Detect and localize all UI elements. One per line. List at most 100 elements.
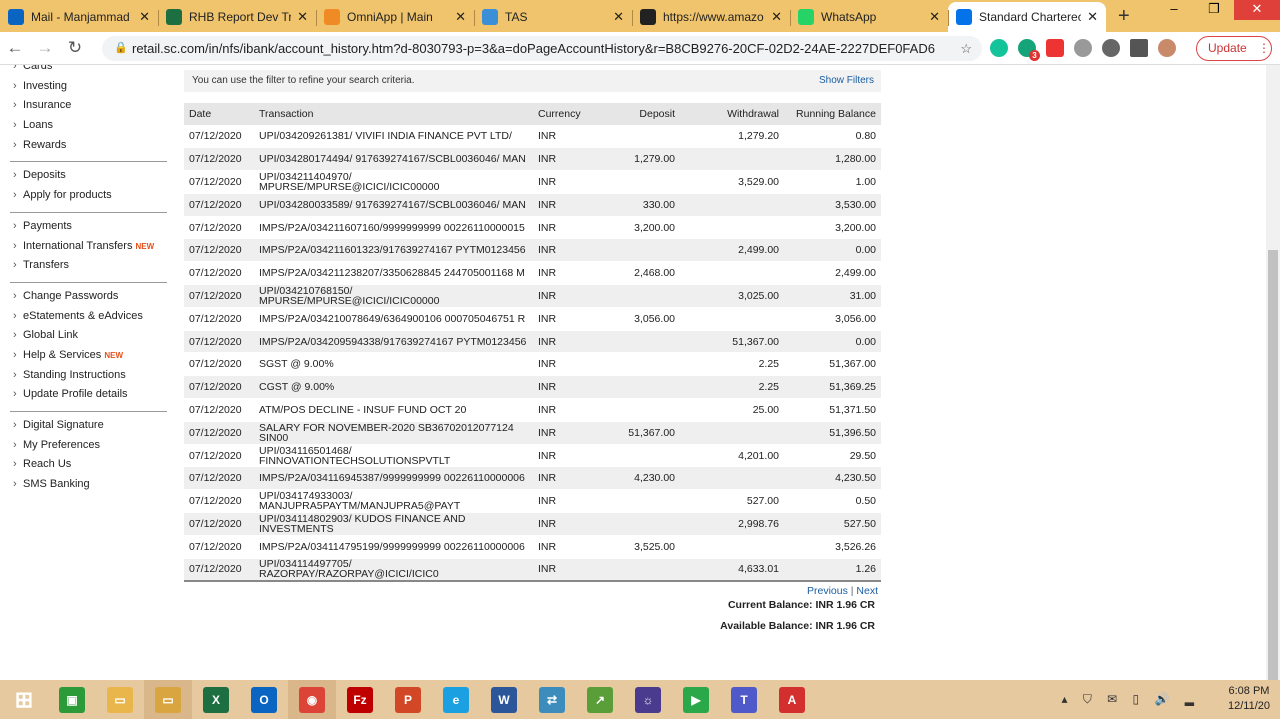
close-tab-icon[interactable]: ✕ (455, 9, 466, 25)
close-tab-icon[interactable]: ✕ (139, 9, 150, 25)
sidebar-item-rewards[interactable]: Rewards (10, 136, 167, 156)
url-bar[interactable]: 🔒 retail.sc.com/in/nfs/ibank/account_his… (102, 36, 982, 61)
cell-withdrawal: 4,633.01 (680, 557, 784, 582)
table-row: 07/12/2020 UPI/034209261381/ VIVIFI INDIA… (184, 124, 881, 148)
shield-extension-icon[interactable] (1074, 39, 1092, 57)
profile-avatar[interactable] (1158, 39, 1176, 57)
sidebar-item-update-profile-details[interactable]: Update Profile details (10, 385, 167, 405)
taskbar-outlook[interactable]: O (240, 680, 288, 719)
sidebar-item-sms-banking[interactable]: SMS Banking (10, 475, 167, 495)
back-icon[interactable]: ← (0, 38, 30, 58)
cell-date: 07/12/2020 (184, 238, 254, 262)
sidebar-item-international-transfers[interactable]: International Transfers NEW (10, 237, 167, 257)
sidebar-item-cards[interactable]: Cards (10, 65, 167, 77)
sidebar-item-digital-signature[interactable]: Digital Signature (10, 416, 167, 436)
internet-explorer-icon: e (443, 686, 469, 713)
grammarly-icon[interactable] (990, 39, 1008, 57)
sidebar-item-deposits[interactable]: Deposits (10, 166, 167, 186)
sidebar-item-transfers[interactable]: Transfers (10, 256, 167, 276)
browser-tab[interactable]: Mail - Manjammad ✕ (0, 2, 158, 32)
taskbar-file-explorer-2[interactable]: ▭ (144, 680, 192, 719)
outlook-icon (8, 9, 24, 25)
network-app-icon: ⇄ (539, 686, 565, 713)
sidebar-item-standing-instructions[interactable]: Standing Instructions (10, 366, 167, 386)
taskbar-acrobat[interactable]: A (768, 680, 816, 719)
sidebar-item-global-link[interactable]: Global Link (10, 326, 167, 346)
sidebar-item-investing[interactable]: Investing (10, 77, 167, 97)
teams-icon: T (731, 686, 757, 713)
taskbar-network-app[interactable]: ⇄ (528, 680, 576, 719)
forward-icon[interactable]: → (30, 38, 60, 58)
sidebar-item-my-preferences[interactable]: My Preferences (10, 436, 167, 456)
taskbar-word[interactable]: W (480, 680, 528, 719)
sidebar-item-payments[interactable]: Payments (10, 217, 167, 237)
circle-extension-icon[interactable] (1102, 39, 1120, 57)
cell-deposit: 3,056.00 (597, 306, 680, 331)
taskbar-store[interactable]: ▣ (48, 680, 96, 719)
close-tab-icon[interactable]: ✕ (771, 9, 782, 25)
cell-currency: INR (533, 466, 597, 490)
address-toolbar: ← → ↻ 🔒 retail.sc.com/in/nfs/ibank/accou… (0, 32, 1280, 65)
close-tab-icon[interactable]: ✕ (297, 9, 308, 25)
taskbar-media-app[interactable]: ▶ (672, 680, 720, 719)
sidebar-item-insurance[interactable]: Insurance (10, 96, 167, 116)
taskbar-chrome[interactable]: ◉ (288, 680, 336, 719)
close-tab-icon[interactable]: ✕ (613, 9, 624, 25)
maximize-button[interactable]: ❐ (1194, 0, 1234, 20)
minimize-button[interactable]: – (1154, 0, 1194, 20)
cell-withdrawal (680, 147, 784, 171)
sidebar-item-loans[interactable]: Loans (10, 116, 167, 136)
clock[interactable]: 6:08 PM 12/11/20 (1228, 684, 1270, 714)
cell-deposit: 1,279.00 (597, 147, 680, 171)
reload-icon[interactable]: ↻ (60, 38, 90, 58)
system-tray-icons[interactable]: ▴ ⛉ ✉ ▯ 🔊 ▂ (1061, 692, 1200, 707)
taskbar-powerpoint[interactable]: P (384, 680, 432, 719)
scrollbar-thumb[interactable] (1268, 250, 1278, 685)
previous-link[interactable]: Previous (807, 585, 848, 597)
close-tab-icon[interactable]: ✕ (929, 9, 940, 25)
taskbar-teams[interactable]: T (720, 680, 768, 719)
cell-running-balance: 3,056.00 (784, 306, 881, 331)
sidebar-item-apply-for-products[interactable]: Apply for products (10, 186, 167, 206)
cell-transaction: UPI/034211404970/ MPURSE/MPURSE@ICICI/IC… (254, 170, 533, 194)
sidebar-item-help-services[interactable]: Help & Services NEW (10, 346, 167, 366)
taskbar-start[interactable]: ⊞ (0, 680, 48, 719)
extension-badge-icon[interactable]: 3 (1018, 39, 1040, 61)
show-filters-link[interactable]: Show Filters (819, 70, 874, 92)
taskbar-excel[interactable]: X (192, 680, 240, 719)
browser-tab[interactable]: Standard Charterec ✕ (948, 2, 1106, 32)
browser-tab[interactable]: https://www.amazo ✕ (632, 2, 790, 32)
cell-withdrawal: 1,279.20 (680, 124, 784, 148)
cell-date: 07/12/2020 (184, 215, 254, 239)
taskbar-java-ee-ide[interactable]: ☼ (624, 680, 672, 719)
browser-tab[interactable]: WhatsApp ✕ (790, 2, 948, 32)
taskbar-filezilla[interactable]: Fz (336, 680, 384, 719)
browser-tab[interactable]: RHB Report Dev Tr ✕ (158, 2, 316, 32)
puzzle-icon[interactable] (1130, 39, 1148, 57)
clock-date: 12/11/20 (1227, 700, 1270, 712)
taskbar-internet-explorer[interactable]: e (432, 680, 480, 719)
clock-time: 6:08 PM (1228, 685, 1270, 697)
hey-extension-icon[interactable] (1046, 39, 1064, 57)
update-button[interactable]: Update ⋮ (1196, 36, 1272, 61)
new-tab-button[interactable]: + (1118, 5, 1130, 28)
cell-running-balance: 51,369.25 (784, 375, 881, 399)
next-link[interactable]: Next (856, 585, 878, 597)
cell-running-balance: 527.50 (784, 512, 881, 536)
browser-tab[interactable]: TAS ✕ (474, 2, 632, 32)
browser-tab[interactable]: OmniApp | Main ✕ (316, 2, 474, 32)
page-scrollbar[interactable] (1266, 65, 1280, 685)
table-row: 07/12/2020 UPI/034280033589/ 917639274167… (184, 192, 881, 217)
sidebar-item-change-passwords[interactable]: Change Passwords (10, 287, 167, 307)
bookmark-star-icon[interactable]: ☆ (960, 36, 972, 61)
sidebar-item-reach-us[interactable]: Reach Us (10, 455, 167, 475)
cell-transaction: UPI/034209261381/ VIVIFI INDIA FINANCE P… (254, 124, 533, 148)
taskbar-chart-app[interactable]: ↗ (576, 680, 624, 719)
cell-deposit (597, 512, 680, 536)
sidebar-item-estatements-eadvices[interactable]: eStatements & eAdvices (10, 307, 167, 327)
taskbar-file-explorer[interactable]: ▭ (96, 680, 144, 719)
close-tab-icon[interactable]: ✕ (1087, 9, 1098, 25)
cell-withdrawal: 4,201.00 (680, 443, 784, 467)
close-window-button[interactable]: ✕ (1234, 0, 1280, 20)
cell-currency: INR (533, 147, 597, 171)
